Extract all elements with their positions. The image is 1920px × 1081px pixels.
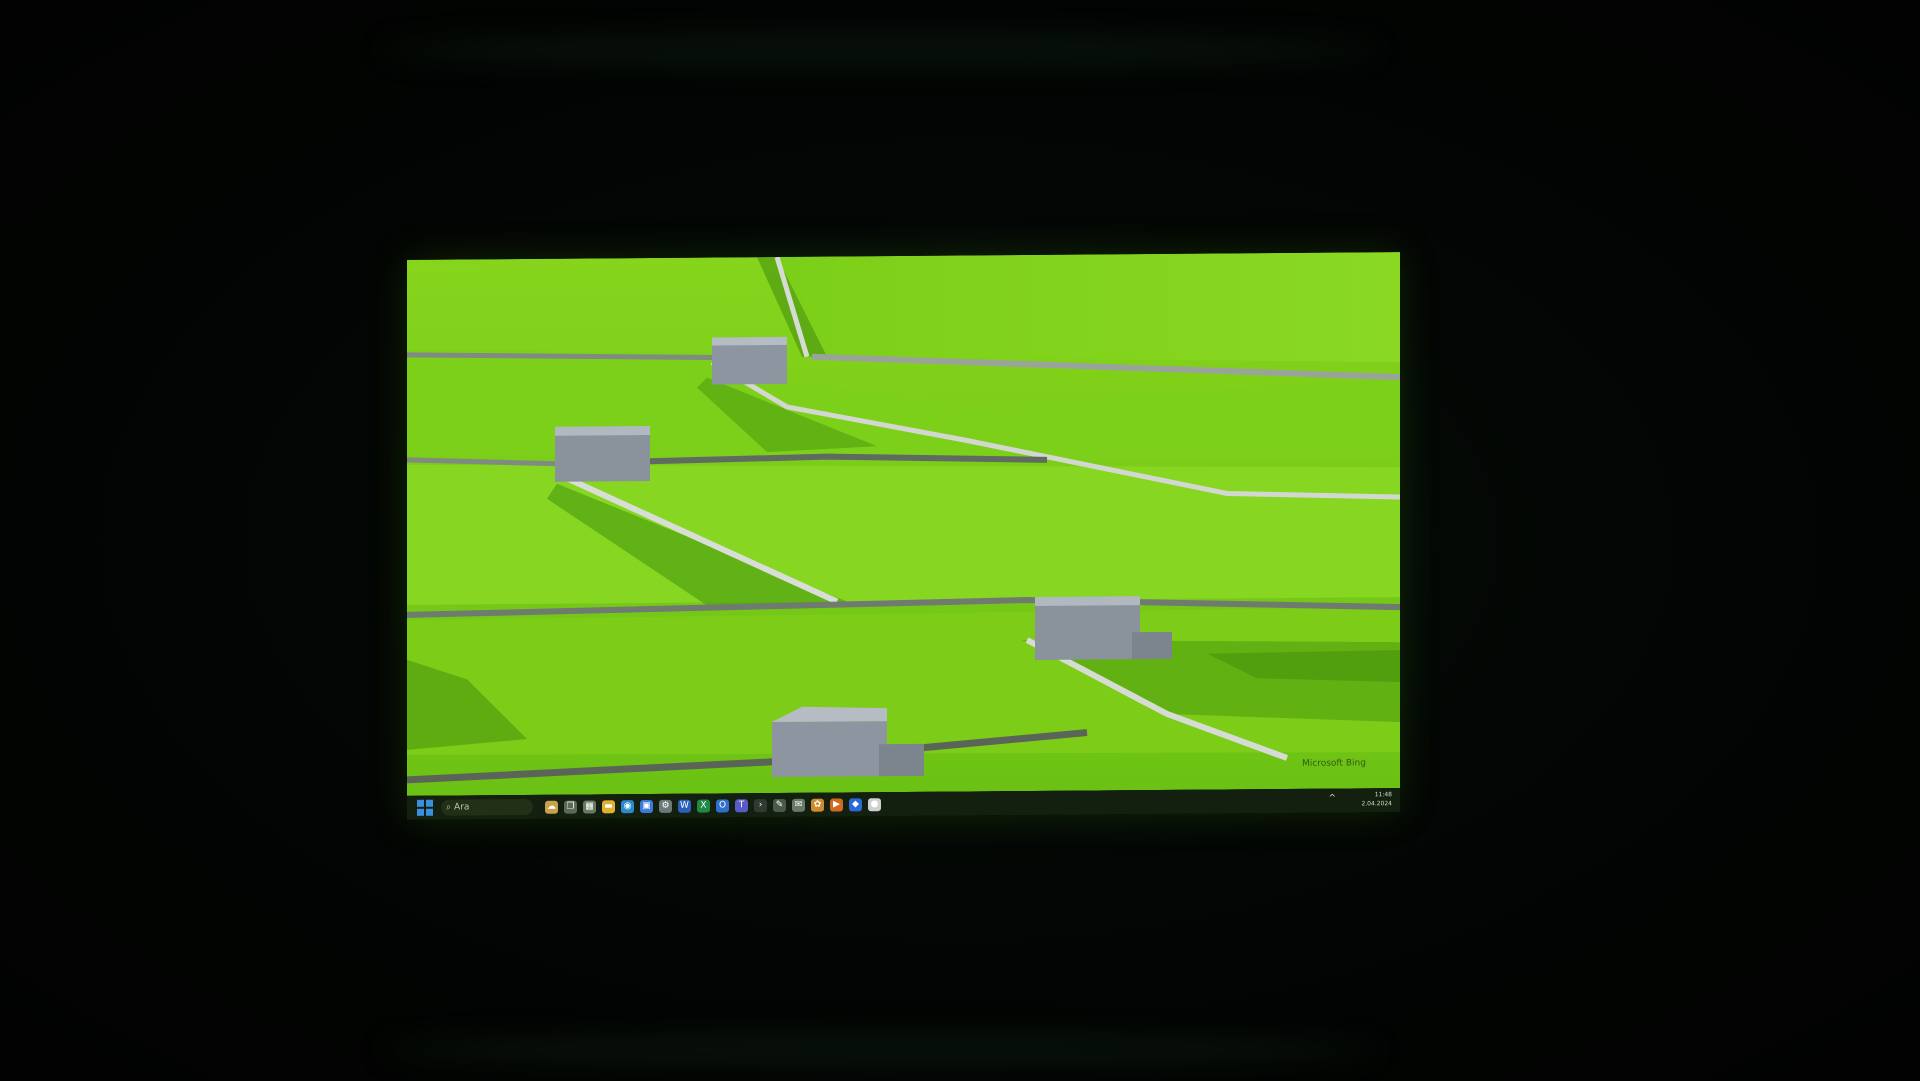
- clock-date: 2.04.2024: [1361, 800, 1392, 808]
- projected-desktop: Microsoft Bing ⌕ Ara ☁ ❐ ▦ ▬ ◉ ▣ ⚙ W X O T › ✎ ✉ ✿ ▶ ◆ ● …: [407, 252, 1400, 820]
- store-icon[interactable]: ▣: [640, 799, 653, 813]
- pen-icon[interactable]: ✎: [773, 798, 786, 812]
- pinned-apps: ☁ ❐ ▦ ▬ ◉ ▣ ⚙ W X O T › ✎ ✉ ✿ ▶ ◆ ●: [545, 797, 881, 814]
- file-explorer-icon[interactable]: ▬: [602, 799, 615, 813]
- landscape-wallpaper-icon: [407, 252, 1400, 796]
- widgets-icon[interactable]: ▦: [583, 799, 596, 814]
- chat-icon[interactable]: ✉: [792, 798, 805, 812]
- windows-logo-icon: [417, 799, 424, 807]
- barn-1: [712, 336, 787, 385]
- room-background: Microsoft Bing ⌕ Ara ☁ ❐ ▦ ▬ ◉ ▣ ⚙ W X O T › ✎ ✉ ✿ ▶ ◆ ● …: [0, 0, 1920, 1081]
- barn-2: [555, 425, 650, 482]
- wallpaper-copyright[interactable]: Microsoft Bing: [1302, 758, 1366, 769]
- edge-icon[interactable]: ◉: [621, 799, 634, 813]
- weather-icon[interactable]: ☁: [545, 800, 558, 814]
- floor-glow: [380, 1035, 1380, 1065]
- start-button[interactable]: [417, 799, 433, 816]
- field-top-right: [777, 252, 1400, 363]
- settings-icon[interactable]: ⚙: [659, 799, 672, 813]
- clock-time: 11:48: [1374, 791, 1392, 799]
- task-view-icon[interactable]: ❐: [564, 800, 577, 814]
- excel-icon[interactable]: X: [697, 799, 710, 813]
- security-icon[interactable]: ◆: [849, 797, 862, 811]
- word-icon[interactable]: W: [678, 799, 691, 813]
- teams-icon[interactable]: T: [735, 798, 748, 812]
- ceiling-glow: [380, 35, 1380, 65]
- media-icon[interactable]: ▶: [830, 797, 843, 812]
- terminal-icon[interactable]: ›: [754, 798, 767, 812]
- chrome-icon[interactable]: ●: [868, 797, 881, 811]
- system-clock[interactable]: 11:48 2.04.2024: [1361, 790, 1392, 808]
- tray-overflow-chevron-icon[interactable]: ^: [1328, 794, 1336, 804]
- outlook-icon[interactable]: O: [716, 798, 729, 812]
- desktop-wallpaper: Microsoft Bing: [407, 252, 1400, 796]
- search-placeholder: Ara: [454, 802, 470, 813]
- photos-icon[interactable]: ✿: [811, 798, 824, 812]
- search-input[interactable]: ⌕ Ara: [441, 798, 533, 816]
- search-icon: ⌕: [446, 802, 452, 813]
